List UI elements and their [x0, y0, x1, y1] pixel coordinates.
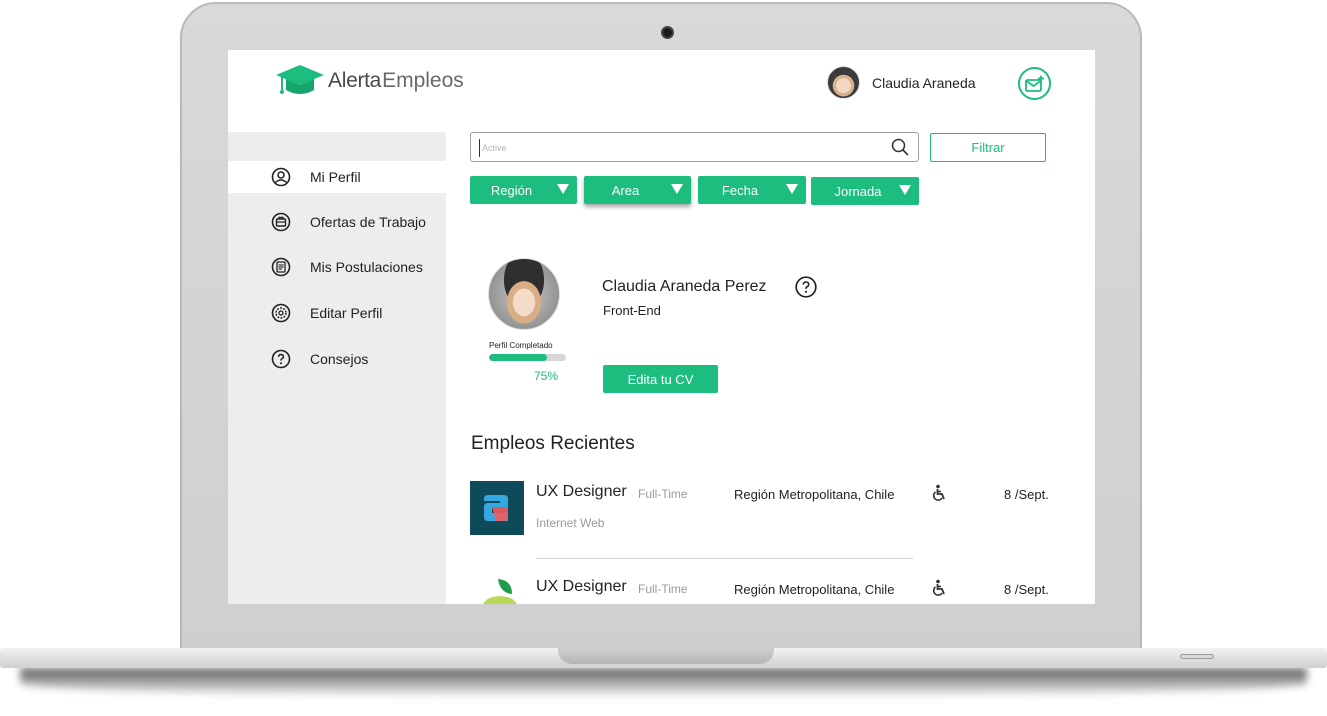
recent-jobs-title: Empleos Recientes: [471, 433, 635, 454]
gear-icon: [271, 303, 291, 323]
search-icon[interactable]: [891, 138, 909, 156]
job-type: Full-Time: [638, 582, 688, 596]
sidebar-item-label: Editar Perfil: [310, 305, 383, 321]
mail-plus-icon: [1024, 75, 1044, 92]
caret-down-icon: [899, 185, 911, 195]
document-icon: [271, 257, 291, 277]
laptop-notch: [558, 648, 774, 664]
job-region: Región Metropolitana, Chile: [734, 582, 895, 597]
brand-word-1: Alerta: [328, 69, 382, 92]
profile-completion-bar: [489, 354, 566, 361]
job-card[interactable]: UX Designer Full-Time Región Metropolita…: [470, 576, 1070, 604]
job-type: Full-Time: [638, 487, 688, 501]
sidebar-item-postulaciones[interactable]: Mis Postulaciones: [228, 251, 446, 283]
filter-area-label: Area: [611, 182, 640, 198]
brand-word-2: Empleos: [382, 69, 464, 92]
job-region: Región Metropolitana, Chile: [734, 487, 895, 502]
sidebar-item-label: Mi Perfil: [310, 169, 361, 185]
divider: [536, 558, 913, 559]
filter-area[interactable]: Area: [584, 176, 691, 204]
caret-down-icon: [786, 184, 798, 194]
sidebar-item-editar-perfil[interactable]: Editar Perfil: [228, 297, 446, 329]
sidebar-item-label: Mis Postulaciones: [310, 259, 423, 275]
profile-name: Claudia Araneda Perez: [602, 278, 767, 295]
user-name: Claudia Araneda: [872, 74, 976, 91]
graduation-cap-icon: [276, 65, 324, 94]
job-card[interactable]: UX Designer Full-Time Internet Web Regió…: [470, 481, 1070, 541]
accessibility-icon: [932, 484, 945, 501]
profile-completion-percent: 75%: [534, 369, 559, 383]
laptop-shadow: [20, 668, 1307, 698]
sidebar: Mi Perfil Ofertas de Trabajo Mis Postula…: [228, 132, 446, 604]
sidebar-item-label: Ofertas de Trabajo: [310, 214, 426, 230]
filter-fecha-label: Fecha: [721, 182, 759, 198]
help-icon: [271, 349, 291, 369]
brand-logo[interactable]: Alerta Empleos: [274, 63, 464, 99]
sidebar-item-mi-perfil[interactable]: Mi Perfil: [228, 161, 446, 193]
laptop-indicator: [1180, 654, 1214, 659]
app-screen: Alerta Empleos Claudia Araneda Mi Perfil…: [228, 50, 1095, 604]
filter-jornada-label: Jornada: [834, 183, 882, 199]
user-menu[interactable]: Claudia Araneda: [827, 66, 976, 99]
filter-region-label: Región: [490, 182, 533, 198]
user-circle-icon: [271, 167, 291, 187]
help-icon[interactable]: [795, 276, 817, 298]
camera: [661, 26, 674, 39]
profile-avatar[interactable]: [488, 258, 560, 330]
filter-fecha[interactable]: Fecha: [698, 176, 806, 204]
search-box[interactable]: [470, 132, 919, 162]
avatar: [827, 66, 860, 99]
profile-completion-fill: [489, 354, 547, 361]
job-title[interactable]: UX Designer: [536, 483, 627, 501]
sidebar-item-consejos[interactable]: Consejos: [228, 343, 446, 375]
job-date: 8 /Sept.: [1004, 582, 1049, 597]
briefcase-icon: [271, 212, 291, 232]
accessibility-icon: [932, 579, 945, 596]
edit-cv-button[interactable]: Edita tu CV: [603, 365, 718, 393]
job-date: 8 /Sept.: [1004, 487, 1049, 502]
filter-jornada[interactable]: Jornada: [811, 177, 919, 205]
messages-button[interactable]: [1018, 67, 1051, 100]
profile-completion-label: Perfil Completado: [489, 341, 553, 350]
job-company: Internet Web: [536, 516, 605, 530]
sidebar-item-label: Consejos: [310, 351, 369, 367]
profile-role: Front-End: [603, 303, 661, 318]
sidebar-item-ofertas[interactable]: Ofertas de Trabajo: [228, 206, 446, 238]
company-logo: [470, 481, 524, 535]
filter-region[interactable]: Región: [470, 176, 577, 204]
caret-down-icon: [557, 184, 569, 194]
company-logo: [483, 579, 517, 604]
search-input[interactable]: [479, 139, 879, 157]
job-title[interactable]: UX Designer: [536, 578, 627, 596]
caret-down-icon: [671, 184, 683, 194]
filter-button[interactable]: Filtrar: [930, 133, 1046, 162]
